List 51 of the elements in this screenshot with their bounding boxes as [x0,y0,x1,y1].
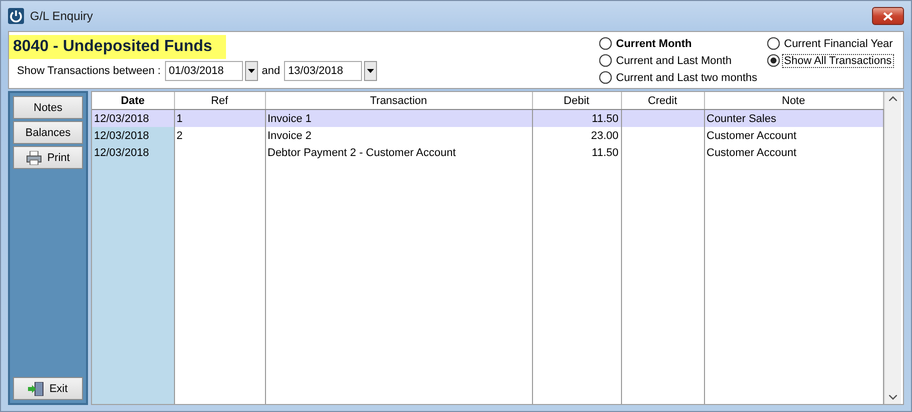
close-icon [883,12,893,20]
radio-label[interactable]: Current Month [614,36,694,50]
column-header[interactable]: Note [704,92,883,110]
from-date-field[interactable]: 01/03/2018 [164,61,243,81]
table-cell: 23.00 [532,127,621,144]
dropdown-button[interactable] [364,61,378,81]
table-cell: 12/03/2018 [92,127,174,144]
radio-label[interactable]: Current Financial Year [782,36,895,50]
power-icon [8,8,24,24]
sidebar-button[interactable]: Balances [13,121,83,144]
table-cell: 1 [174,110,265,127]
account-title: 8040 - Undeposited Funds [9,35,226,59]
radio-button[interactable] [599,37,612,50]
caret-icon [367,69,374,73]
table-cell: Debtor Payment 2 - Customer Account [265,144,532,161]
table-cell: 12/03/2018 [92,144,174,161]
radio-label[interactable]: Current and Last Month [614,54,734,68]
exit-door-icon [28,382,44,396]
window-title: G/L Enquiry [30,9,93,23]
table-cell: 12/03/2018 [92,110,174,127]
printer-icon [26,150,42,164]
column-header[interactable]: Credit [621,92,704,110]
to-date-field[interactable]: 13/03/2018 [284,61,362,81]
radio-label[interactable]: Show All Transactions [782,54,894,68]
caret-icon [248,69,255,73]
and-label: and [262,65,280,77]
sidebar-button[interactable]: Notes [13,96,83,119]
radio-button[interactable] [767,54,780,67]
scroll-up-icon[interactable] [888,96,896,101]
table-cell: Counter Sales [704,110,883,127]
exit-button[interactable]: Exit [13,377,83,400]
radio-button[interactable] [767,37,780,50]
table-cell: Invoice 1 [265,110,532,127]
radio-label[interactable]: Current and Last two months [614,70,760,84]
filter-label: Show Transactions between : [17,65,161,77]
radio-button[interactable] [599,54,612,67]
scroll-down-icon[interactable] [888,395,896,400]
column-header[interactable]: Ref [174,92,265,110]
table-cell: 11.50 [532,144,621,161]
table-cell: 2 [174,127,265,144]
close-button[interactable] [872,7,904,25]
table-cell: Customer Account [704,144,883,161]
table-cell: Invoice 2 [265,127,532,144]
print-button[interactable]: Print [13,146,83,169]
table-cell: Customer Account [704,127,883,144]
column-header[interactable]: Transaction [265,92,532,110]
column-header[interactable]: Date [92,92,174,110]
column-header[interactable]: Debit [532,92,621,110]
radio-button[interactable] [599,71,612,84]
dropdown-button[interactable] [244,61,258,81]
table-cell: 11.50 [532,110,621,127]
